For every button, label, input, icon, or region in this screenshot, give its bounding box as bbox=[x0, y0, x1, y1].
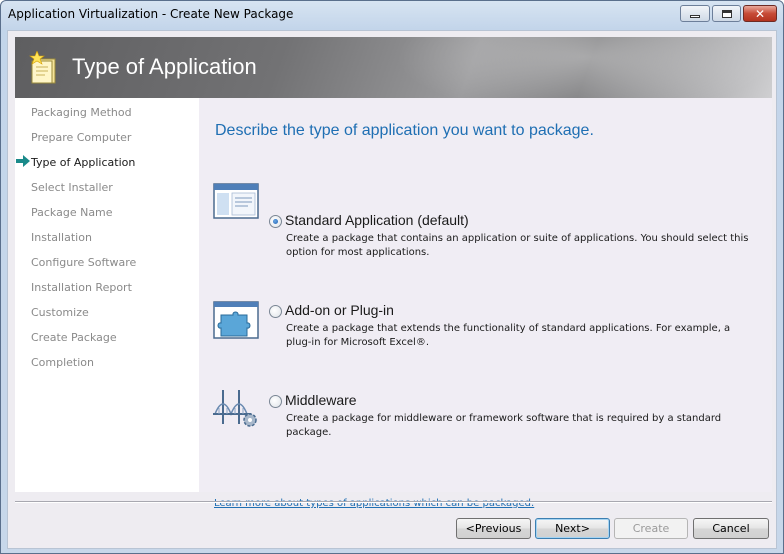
bridge-gear-icon bbox=[213, 390, 257, 427]
middleware-radio[interactable] bbox=[269, 395, 282, 408]
maximize-button[interactable] bbox=[712, 5, 741, 22]
add-on-plug-in-radio[interactable] bbox=[269, 305, 282, 318]
window-title: Application Virtualization - Create New … bbox=[8, 7, 294, 21]
standard-application-radio[interactable] bbox=[269, 215, 282, 228]
next-button[interactable]: Next> bbox=[535, 518, 610, 539]
nav-item-customize: Customize bbox=[31, 306, 89, 319]
middleware-label[interactable]: Middleware bbox=[285, 392, 357, 408]
nav-item-prepare-computer: Prepare Computer bbox=[31, 131, 132, 144]
nav-item-installation: Installation bbox=[31, 231, 92, 244]
standard-application-description: Create a package that contains an applic… bbox=[286, 233, 749, 258]
puzzle-piece-icon bbox=[213, 301, 259, 339]
close-button[interactable]: ✕ bbox=[743, 5, 777, 22]
nav-item-type-of-application: Type of Application bbox=[31, 156, 136, 169]
page-title: Type of Application bbox=[72, 54, 257, 79]
maximize-icon bbox=[721, 9, 732, 18]
nav-item-create-package: Create Package bbox=[31, 331, 117, 344]
minimize-button[interactable] bbox=[680, 5, 710, 22]
package-wizard-icon bbox=[29, 51, 56, 84]
nav-item-configure-software: Configure Software bbox=[31, 256, 137, 269]
nav-item-packaging-method: Packaging Method bbox=[31, 106, 132, 119]
title-bar[interactable]: Application Virtualization - Create New … bbox=[1, 1, 783, 27]
footer-separator bbox=[15, 501, 772, 503]
close-icon: ✕ bbox=[754, 6, 766, 21]
middleware-description: Create a package for middleware or frame… bbox=[286, 413, 722, 438]
nav-item-package-name: Package Name bbox=[31, 206, 113, 219]
nav-item-installation-report: Installation Report bbox=[31, 281, 132, 294]
create-button[interactable]: Create bbox=[614, 518, 688, 539]
nav-item-completion: Completion bbox=[31, 356, 95, 369]
learn-more-link[interactable]: Learn more about types of applications w… bbox=[214, 498, 534, 509]
nav-item-select-installer: Select Installer bbox=[31, 181, 113, 194]
main-content: Describe the type of application you wan… bbox=[199, 98, 772, 509]
page-banner: Type of Application bbox=[15, 37, 772, 98]
minimize-icon bbox=[690, 15, 700, 18]
wizard-body: Type of Application Packaging Method Pre… bbox=[7, 30, 777, 549]
previous-button[interactable]: <Previous bbox=[456, 518, 531, 539]
page-heading: Describe the type of application you wan… bbox=[215, 122, 594, 139]
cancel-button[interactable]: Cancel bbox=[693, 518, 769, 539]
standard-application-icon bbox=[213, 183, 259, 219]
add-on-plug-in-description: Create a package that extends the functi… bbox=[286, 323, 731, 348]
wizard-window: Application Virtualization - Create New … bbox=[0, 0, 784, 554]
standard-application-label[interactable]: Standard Application (default) bbox=[285, 212, 469, 228]
wizard-steps-nav: Packaging Method Prepare Computer Type o… bbox=[15, 98, 199, 492]
add-on-plug-in-label[interactable]: Add-on or Plug-in bbox=[285, 302, 394, 318]
current-step-arrow-icon bbox=[16, 155, 30, 167]
